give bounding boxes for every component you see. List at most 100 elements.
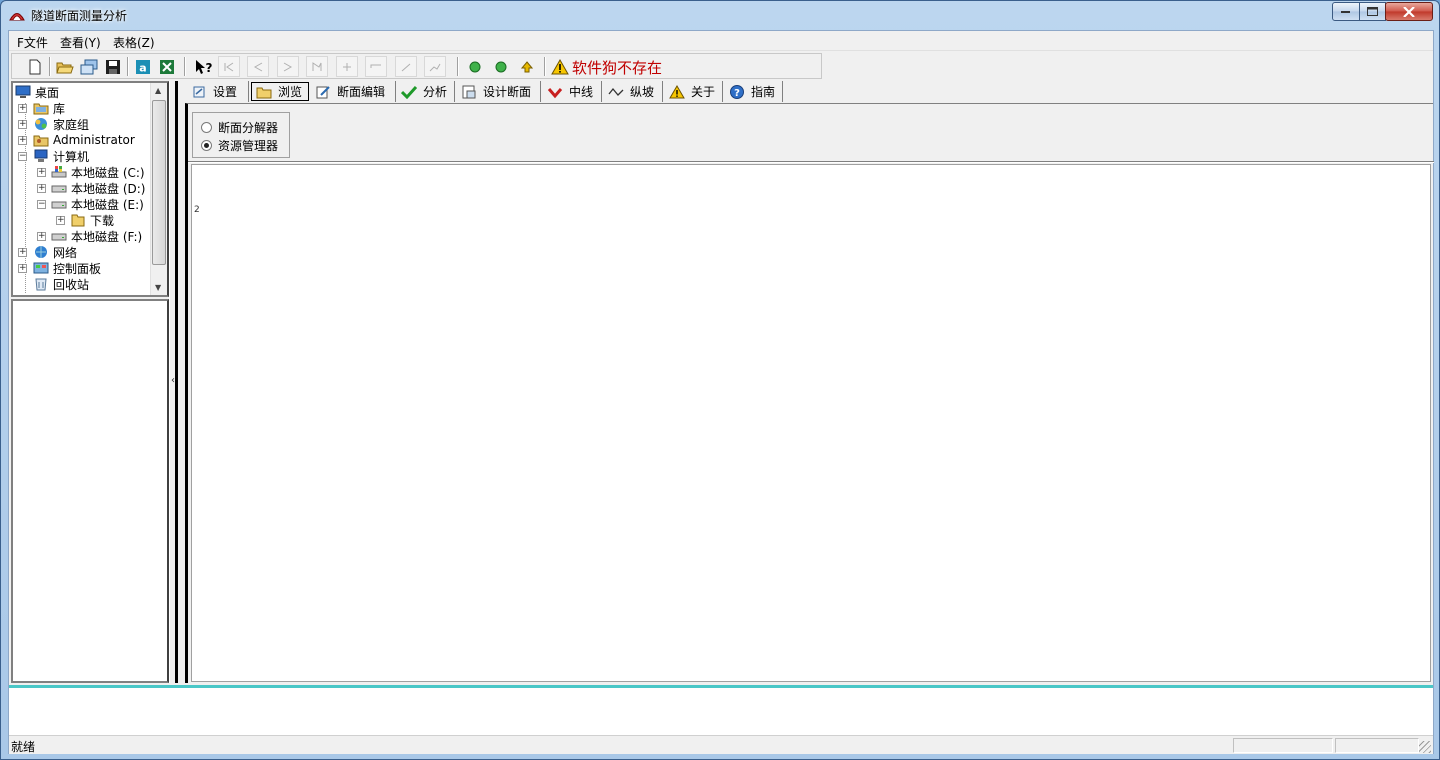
file-list-panel[interactable]: [11, 299, 169, 683]
scroll-down-arrow[interactable]: ▼: [155, 283, 161, 292]
add-point-button[interactable]: [336, 56, 358, 77]
tree-item-drive-d[interactable]: 本地磁盘 (D:): [51, 180, 145, 196]
tree-item-label: 家庭组: [53, 117, 90, 132]
toolbar-separator: [457, 57, 459, 76]
tree-expander[interactable]: +: [18, 264, 27, 273]
tree-expander[interactable]: +: [18, 248, 27, 257]
browse-icon: [256, 87, 272, 98]
prev-button[interactable]: [247, 56, 269, 77]
tree-item-label: 本地磁盘 (E:): [71, 197, 144, 212]
panel-splitter[interactable]: ‹: [169, 81, 178, 683]
tab-design-section[interactable]: 设计断面: [457, 81, 541, 102]
warning-icon: [669, 84, 685, 98]
tree-item-network[interactable]: 网络: [33, 244, 77, 260]
maximize-button[interactable]: [1359, 2, 1386, 21]
open-button[interactable]: [54, 56, 76, 77]
tree-item-administrator[interactable]: Administrator: [33, 132, 135, 148]
svg-text:?: ?: [734, 88, 740, 99]
green-action-1-button[interactable]: [464, 56, 486, 77]
save-button[interactable]: [102, 56, 124, 77]
tab-label: 中线: [569, 85, 594, 99]
control-panel-icon: [33, 262, 49, 274]
tab-analysis[interactable]: 分析: [397, 81, 455, 102]
scroll-up-arrow[interactable]: ▲: [155, 86, 161, 95]
radio-resource-manager[interactable]: 资源管理器: [201, 137, 278, 154]
folder-tree[interactable]: 桌面 + 库 + 家庭组 + Administrator − 计算机 + 本地磁…: [11, 81, 169, 297]
tab-label: 断面编辑: [337, 85, 386, 99]
main-window: 隧道断面测量分析 F文件 查看(Y) 表格(Z) a ? 软件狗不存在 桌面 +…: [0, 0, 1440, 760]
radio-section-decomposer[interactable]: 断面分解器: [201, 119, 278, 136]
tree-item-computer[interactable]: 计算机: [33, 148, 89, 164]
tab-label: 纵坡: [630, 85, 655, 99]
minimize-button[interactable]: [1332, 2, 1360, 21]
restore-icon: [1366, 6, 1378, 16]
browse-windows-button[interactable]: [78, 56, 100, 77]
tree-item-label: 桌面: [35, 85, 60, 100]
excel-export-button[interactable]: [156, 56, 178, 77]
new-file-button[interactable]: [24, 56, 46, 77]
tree-item-drive-c[interactable]: 本地磁盘 (C:): [51, 164, 145, 180]
tree-item-drive-f[interactable]: 本地磁盘 (F:): [51, 228, 142, 244]
tab-settings[interactable]: 设置: [187, 81, 249, 102]
homegroup-icon: [35, 118, 47, 130]
help-icon: ?: [730, 84, 744, 99]
tree-expander[interactable]: +: [37, 232, 46, 241]
first-icon: [224, 62, 234, 71]
green-action-2-button[interactable]: [490, 56, 512, 77]
tree-item-recycle-bin[interactable]: 回收站: [33, 276, 89, 292]
resize-grip[interactable]: [1419, 741, 1431, 753]
menu-view[interactable]: 查看(Y): [60, 34, 101, 51]
diagonal-line-button[interactable]: [395, 56, 417, 77]
radio-button-checked[interactable]: [201, 140, 212, 151]
app-icon: [9, 13, 25, 21]
tab-section-edit[interactable]: 断面编辑: [311, 81, 396, 102]
network-icon: [35, 246, 47, 258]
tree-collapser[interactable]: −: [37, 200, 46, 209]
tree-item-control-panel[interactable]: 控制面板: [33, 260, 101, 276]
tree-expander[interactable]: +: [18, 104, 27, 113]
tree-expander[interactable]: +: [18, 136, 27, 145]
tree-item-desktop[interactable]: 桌面: [15, 84, 59, 100]
context-help-button[interactable]: ?: [193, 56, 215, 77]
tree-expander[interactable]: +: [56, 216, 65, 225]
tree-collapser[interactable]: −: [18, 152, 27, 161]
tree-scrollbar[interactable]: ▲ ▼: [150, 83, 167, 295]
title-bar[interactable]: 隧道断面测量分析: [1, 1, 1439, 29]
output-pane[interactable]: [9, 685, 1433, 735]
tree-item-label: 本地磁盘 (F:): [71, 229, 143, 244]
tab-browse[interactable]: 浏览: [251, 82, 309, 101]
scroll-thumb[interactable]: [152, 100, 166, 265]
tree-item-drive-e[interactable]: 本地磁盘 (E:): [51, 196, 144, 212]
tree-item-homegroup[interactable]: 家庭组: [33, 116, 89, 132]
horizontal-line-button[interactable]: [365, 56, 387, 77]
tree-expander[interactable]: +: [18, 120, 27, 129]
collapse-arrow-icon[interactable]: ‹: [171, 375, 175, 386]
tab-guide[interactable]: ? 指南: [725, 81, 783, 102]
canvas-text: 2: [194, 205, 200, 215]
tab-label: 分析: [423, 85, 448, 99]
tab-label: 设计断面: [483, 85, 532, 99]
tab-about[interactable]: 关于: [665, 81, 723, 102]
menu-file[interactable]: F文件: [17, 34, 48, 51]
svg-text:?: ?: [206, 61, 213, 75]
first-button[interactable]: [218, 56, 240, 77]
tab-slope[interactable]: 纵坡: [604, 81, 663, 102]
curve-button[interactable]: [424, 56, 446, 77]
letter-a-icon: a: [136, 59, 150, 74]
excel-icon: [160, 59, 174, 74]
menu-table[interactable]: 表格(Z): [113, 34, 155, 51]
text-export-button[interactable]: a: [132, 56, 154, 77]
tree-expander[interactable]: +: [37, 184, 46, 193]
tree-item-library[interactable]: 库: [33, 100, 65, 116]
up-button[interactable]: [516, 56, 538, 77]
browse-content-area[interactable]: 2: [191, 164, 1431, 682]
last-button[interactable]: [306, 56, 328, 77]
tree-item-label: 下载: [90, 213, 115, 228]
tab-centerline[interactable]: 中线: [543, 81, 602, 102]
tree-item-downloads[interactable]: 下载: [70, 212, 114, 228]
close-button[interactable]: [1385, 2, 1433, 21]
radio-button[interactable]: [201, 122, 212, 133]
folder-icon: [71, 214, 85, 227]
next-button[interactable]: [277, 56, 299, 77]
tree-expander[interactable]: +: [37, 168, 46, 177]
